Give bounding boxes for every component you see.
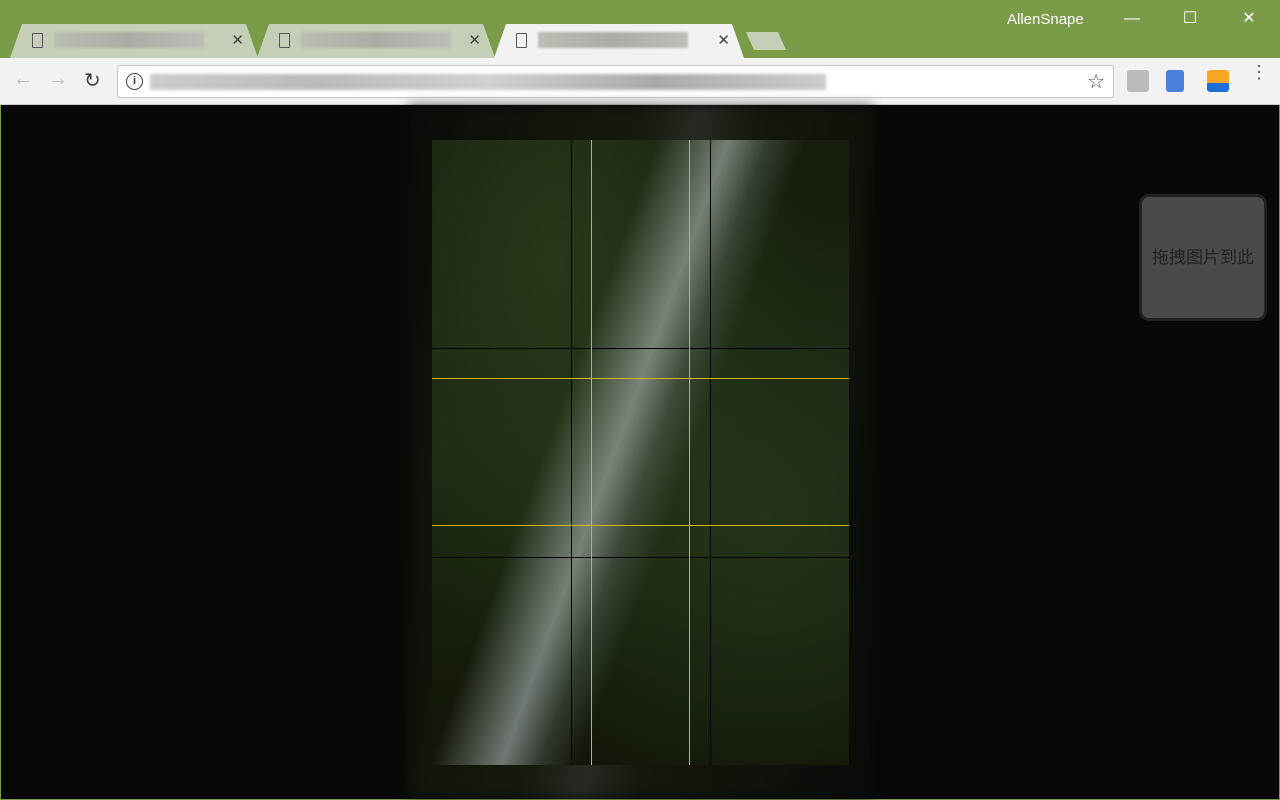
- tab-title: [301, 32, 451, 48]
- page-icon: [516, 33, 527, 48]
- grid-line: [710, 140, 711, 765]
- thirds-guide-horizontal: [432, 378, 849, 379]
- tab-1[interactable]: ✕: [10, 24, 258, 58]
- window-title: AllenSnape: [1007, 11, 1084, 28]
- grid-line: [432, 557, 849, 558]
- grid-line: [432, 348, 849, 349]
- grid-line: [571, 140, 572, 765]
- page-content: 拖拽图片到此: [1, 105, 1279, 799]
- forward-icon[interactable]: →: [48, 68, 68, 91]
- thirds-guide-vertical: [689, 140, 690, 765]
- new-tab-button[interactable]: [746, 32, 786, 50]
- tab-title: [538, 32, 688, 48]
- tab-title: [54, 32, 204, 48]
- tab-2[interactable]: ✕: [257, 24, 495, 58]
- address-bar[interactable]: i ☆: [117, 65, 1114, 98]
- google-translate-icon[interactable]: [1166, 70, 1184, 92]
- tab-close-icon[interactable]: ✕: [717, 31, 730, 49]
- menu-icon[interactable]: ⋮: [1250, 63, 1268, 81]
- page-icon: [32, 33, 43, 48]
- tab-3-active[interactable]: ✕: [494, 24, 744, 58]
- drop-zone[interactable]: 拖拽图片到此: [1139, 194, 1267, 321]
- back-icon[interactable]: ←: [13, 68, 33, 91]
- maximize-icon[interactable]: ☐: [1178, 8, 1202, 32]
- title-bar: ✕ ✕ ✕ AllenSnape — ☐ ✕: [0, 0, 1280, 58]
- as-extension-icon[interactable]: [1207, 70, 1229, 92]
- waterfall-image: [432, 140, 849, 765]
- tab-close-icon[interactable]: ✕: [468, 31, 481, 49]
- bookmark-star-icon[interactable]: ☆: [1087, 69, 1105, 94]
- url-text: [150, 74, 826, 90]
- thirds-guide-horizontal: [432, 525, 849, 526]
- browser-toolbar: ← → ↻ i ☆ ⋮: [0, 58, 1280, 105]
- page-icon: [279, 33, 290, 48]
- tab-close-icon[interactable]: ✕: [231, 31, 244, 49]
- minimize-icon[interactable]: —: [1120, 8, 1144, 32]
- thirds-guide-vertical: [591, 140, 592, 765]
- reload-icon[interactable]: ↻: [84, 68, 101, 93]
- info-icon[interactable]: i: [126, 73, 143, 90]
- close-icon[interactable]: ✕: [1237, 8, 1261, 32]
- image-extension-icon[interactable]: [1127, 70, 1149, 92]
